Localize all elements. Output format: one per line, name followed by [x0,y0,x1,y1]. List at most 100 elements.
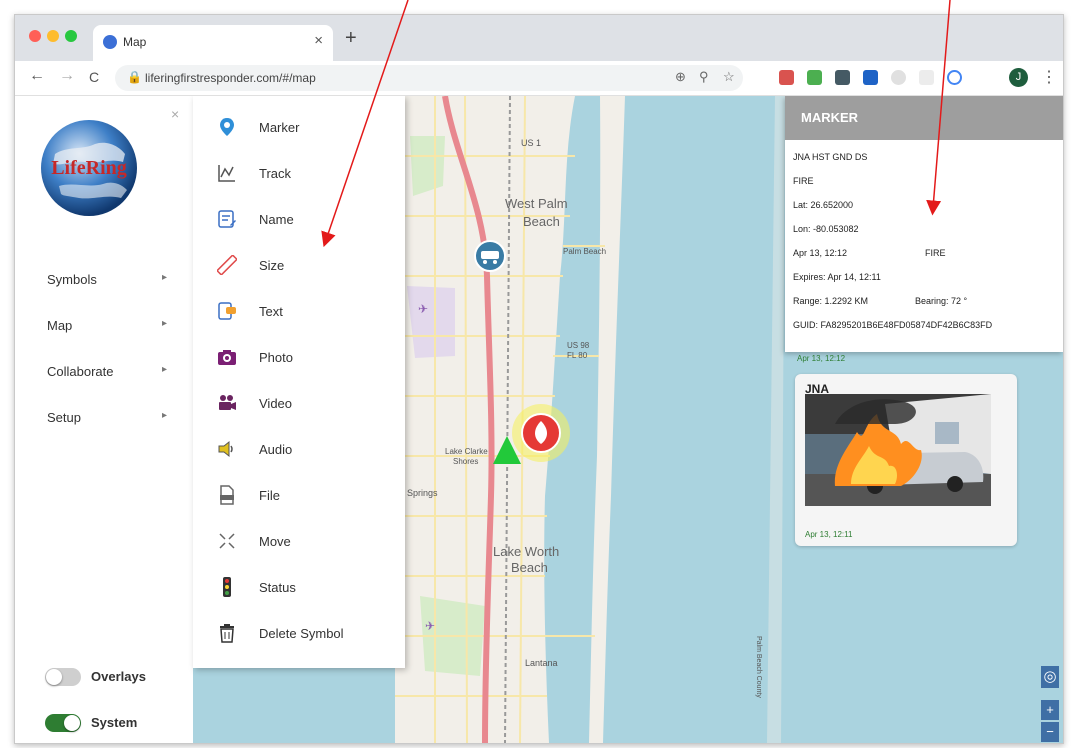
zoom-out-button[interactable]: − [1041,722,1059,742]
new-tab-button[interactable]: + [345,27,357,50]
extension-icon[interactable] [779,70,794,85]
submenu-item-label: Name [259,212,294,227]
marker-name: JNA HST GND DS [793,152,868,162]
lifering-logo: LifeRing [41,120,137,216]
bookmark-star-icon[interactable]: ☆ [723,69,735,85]
submenu-item-name[interactable]: Name [193,200,405,240]
submenu-item-photo[interactable]: Photo [193,338,405,378]
submenu-item-marker[interactable]: Marker [193,108,405,148]
marker-time-type: FIRE [925,248,946,258]
airport-icon: ✈ [418,302,428,316]
tab-strip: Map × + [15,15,1063,61]
sidebar-item-label: Collaborate [47,364,114,379]
zoom-in-button[interactable]: + [1041,700,1059,720]
panel-title: MARKER [801,110,859,125]
submenu-item-label: Photo [259,350,293,365]
vehicle-marker-icon[interactable] [474,240,506,272]
sidebar-item-symbols[interactable]: Symbols ▸ [47,272,167,287]
app-viewport: US 1 West Palm Beach Palm Beach US 98 FL… [15,96,1063,743]
browser-toolbar: ← → C 🔒 liferingfirstresponder.com/#/map… [15,61,1063,96]
submenu-item-move[interactable]: Move [193,522,405,562]
submenu-item-delete-symbol[interactable]: Delete Symbol [193,614,405,654]
chevron-right-icon: ▸ [161,272,167,283]
track-chart-icon [218,165,235,182]
ruler-icon [217,255,237,275]
map-label: Springs [407,488,438,498]
fire-photo-image[interactable] [805,394,991,506]
toggle-label: Overlays [91,669,146,684]
address-bar[interactable]: 🔒 liferingfirstresponder.com/#/map ⊕ ⚲ ☆ [115,65,743,91]
submenu-item-label: Marker [259,120,300,135]
toggle-knob [46,669,62,685]
key-icon[interactable]: ⚲ [699,69,709,85]
extension-icon[interactable] [919,70,934,85]
location-target-icon[interactable]: ⊕ [675,69,686,85]
submenu-item-label: Audio [259,442,293,457]
marker-bearing: Bearing: 72 ° [915,296,968,306]
submenu-item-size[interactable]: Size [193,246,405,286]
map-label: US 1 [521,138,541,148]
chat-timestamp: Apr 13, 12:11 [805,530,853,539]
speaker-icon [218,440,233,458]
text-note-icon [218,302,236,320]
submenu-item-status[interactable]: Status [193,568,405,608]
map-label: West Palm [505,196,568,211]
toggle-label: System [91,715,138,730]
close-window-button[interactable] [29,30,41,42]
locate-button[interactable]: ◎ [1041,666,1059,688]
submenu-item-audio[interactable]: Audio [193,430,405,470]
overlays-toggle[interactable] [45,668,81,686]
video-camera-icon [219,395,236,410]
tab-map[interactable]: Map × [93,25,333,61]
traffic-light-icon [223,577,231,597]
reload-button[interactable]: C [89,69,99,85]
sidebar-close-icon[interactable]: × [171,106,179,122]
back-button[interactable]: ← [29,67,45,85]
submenu-item-text[interactable]: Text [193,292,405,332]
trash-icon [220,624,234,643]
sidebar-item-collaborate[interactable]: Collaborate ▸ [47,364,167,379]
submenu-item-label: Text [259,304,283,319]
minimize-window-button[interactable] [47,30,59,42]
chat-message[interactable]: JNA Apr 13, 12:11 [795,374,1017,546]
submenu-item-label: File [259,488,280,503]
map-label: FL 80 [567,351,588,360]
map-label: Lantana [525,658,558,668]
extension-icon[interactable] [891,70,906,85]
lock-icon: 🔒 [127,70,142,84]
map-label: Beach [523,214,560,229]
map-label: Shores [453,457,478,466]
tab-close-icon[interactable]: × [314,32,323,49]
map-label: Beach [511,560,548,575]
map-label: US 98 [567,341,590,350]
sidebar-item-setup[interactable]: Setup ▸ [47,410,167,425]
forward-button[interactable]: → [59,67,75,85]
profile-avatar[interactable]: J [1009,68,1028,87]
submenu-item-file[interactable]: File [193,476,405,516]
extension-icon[interactable] [863,70,878,85]
map-favicon-icon [103,35,117,49]
toggle-knob [64,715,80,731]
tab-title: Map [123,35,147,49]
maximize-window-button[interactable] [65,30,77,42]
extension-icon[interactable] [807,70,822,85]
url-text: liferingfirstresponder.com/#/map [145,71,316,85]
sidebar-item-map[interactable]: Map ▸ [47,318,167,333]
map-label: Palm Beach [563,247,606,256]
marker-timestamp: Apr 13, 12:12 [793,248,848,258]
system-toggle[interactable] [45,714,81,732]
submenu-item-video[interactable]: Video [193,384,405,424]
marker-panel-header: MARKER [785,96,1063,140]
submenu-item-label: Video [259,396,293,411]
extension-icon[interactable] [947,70,962,85]
marker-longitude: Lon: -80.053082 [793,224,859,234]
extension-icon[interactable] [835,70,850,85]
browser-menu-icon[interactable]: ⋮ [1041,67,1057,87]
browser-window: Map × + ← → C 🔒 liferingfirstresponder.c… [14,14,1064,744]
fire-marker-icon[interactable] [512,404,570,462]
submenu-item-track[interactable]: Track [193,154,405,194]
move-arrows-icon [219,533,235,549]
airport-icon: ✈ [425,619,435,633]
chevron-right-icon: ▸ [161,318,167,329]
symbols-submenu: Marker Track Name Size Text Photo Video … [193,96,405,668]
